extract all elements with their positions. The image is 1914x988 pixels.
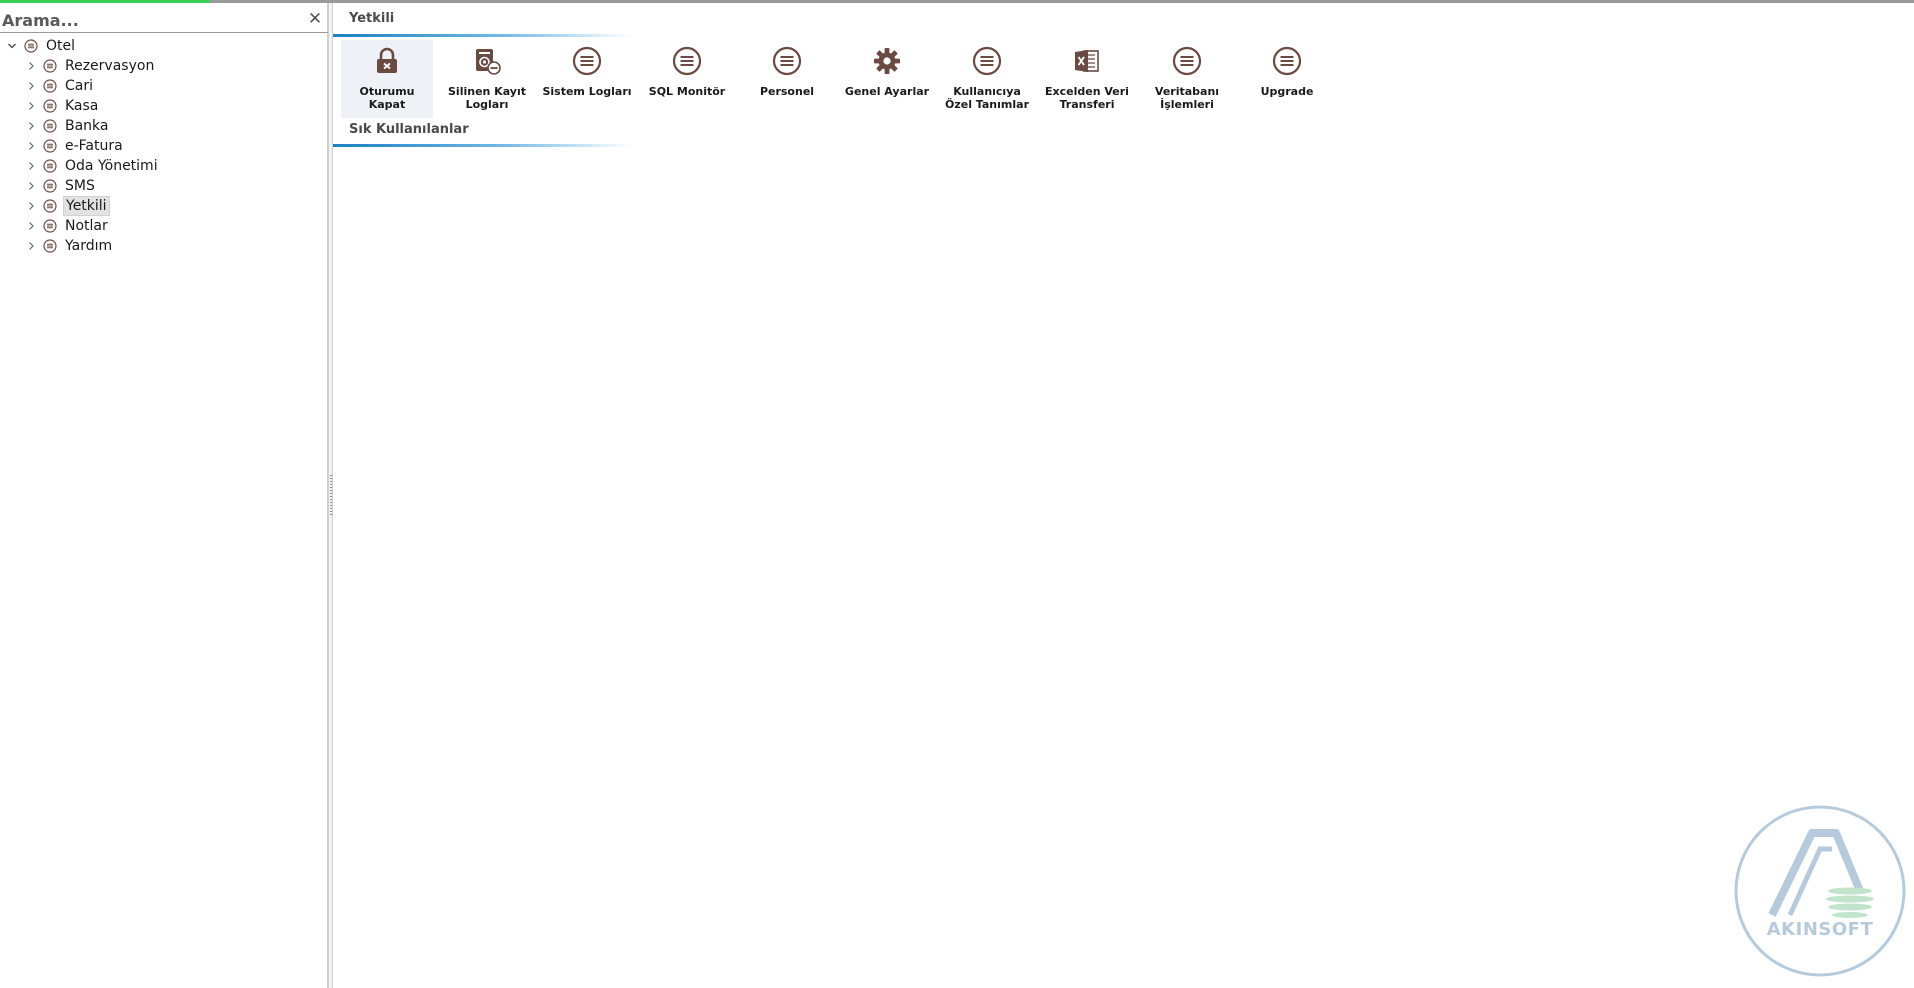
clear-search-icon[interactable]: ✕: [306, 10, 324, 28]
tile-label: Genel Ayarlar: [844, 85, 930, 98]
chevron-right-icon[interactable]: [25, 156, 37, 176]
menu-circle-icon: [972, 46, 1002, 76]
search-box: ✕: [0, 7, 328, 33]
tree-node-e-fatura[interactable]: e-Fatura: [0, 136, 328, 156]
tree-node-label: Otel: [46, 38, 76, 54]
chevron-right-icon[interactable]: [25, 216, 37, 236]
tile-upgrade[interactable]: Upgrade: [1241, 40, 1333, 118]
chevron-right-icon[interactable]: [25, 76, 37, 96]
gear-icon: [872, 46, 902, 76]
tree-node-sms[interactable]: SMS: [0, 176, 328, 196]
group-divider: [333, 144, 633, 147]
tree-node-rezervasyon[interactable]: Rezervasyon: [0, 56, 328, 76]
menu-circle-icon: [43, 219, 57, 233]
menu-circle-icon: [43, 159, 57, 173]
tile-excelden-veri-transferi[interactable]: Excelden Veri Transferi: [1041, 40, 1133, 118]
tree-node-yetkili[interactable]: Yetkili: [0, 196, 328, 216]
search-input[interactable]: [2, 8, 302, 32]
chevron-right-icon[interactable]: [25, 136, 37, 156]
tree-node-notlar[interactable]: Notlar: [0, 216, 328, 236]
tile-label: Silinen Kayıt Logları: [448, 85, 526, 111]
excel-icon: [1072, 46, 1102, 76]
menu-circle-icon: [43, 119, 57, 133]
watermark-text: AKINSOFT: [1766, 919, 1874, 940]
tree-node-label: Banka: [65, 118, 109, 134]
chevron-right-icon[interactable]: [25, 116, 37, 136]
tile-label: SQL Monitör: [648, 85, 726, 98]
tree-node-banka[interactable]: Banka: [0, 116, 328, 136]
tile-silinen-kayıt-logları[interactable]: Silinen Kayıt Logları: [441, 40, 533, 118]
chevron-right-icon[interactable]: [25, 196, 37, 216]
group-title-yetkili: Yetkili: [349, 11, 395, 26]
lock-icon: [372, 46, 402, 76]
tree-node-label: Rezervasyon: [65, 58, 155, 74]
tile-label: Excelden Veri Transferi: [1045, 85, 1129, 111]
tree-node-label: Kasa: [65, 98, 99, 114]
tree-node-label: SMS: [65, 178, 95, 194]
tree-node-otel[interactable]: Otel: [0, 36, 328, 56]
tile-label: Personel: [759, 85, 815, 98]
tile-label: Veritabanı İşlemleri: [1154, 85, 1220, 111]
menu-circle-icon: [1172, 46, 1202, 76]
tree-node-kasa[interactable]: Kasa: [0, 96, 328, 116]
chevron-right-icon[interactable]: [25, 236, 37, 256]
menu-circle-icon: [43, 79, 57, 93]
tile-genel-ayarlar[interactable]: Genel Ayarlar: [841, 40, 933, 118]
tile-label: Oturumu Kapat: [359, 85, 415, 111]
akinsoft-logo: AKINSOFT: [1732, 803, 1908, 979]
tile-kullanıcıya-özel-tanımlar[interactable]: Kullanıcıya Özel Tanımlar: [941, 40, 1033, 118]
content-panel: Yetkili Oturumu Kapat Silinen Kayıt Logla…: [333, 3, 1914, 988]
tree-node-oda-yönetimi[interactable]: Oda Yönetimi: [0, 156, 328, 176]
menu-circle-icon: [43, 239, 57, 253]
tile-sql-monitör[interactable]: SQL Monitör: [641, 40, 733, 118]
deleted-records-icon: [472, 46, 502, 76]
navigation-tree: Otel Rezervasyon Cari Kasa Banka e-Fatura Oda…: [0, 36, 328, 256]
menu-circle-icon: [43, 199, 57, 213]
group-divider: [333, 34, 633, 37]
menu-circle-icon: [24, 39, 38, 53]
tile-oturumu-kapat[interactable]: Oturumu Kapat: [341, 40, 433, 118]
tree-node-label: e-Fatura: [65, 138, 123, 154]
group-title-favorites: Sık Kullanılanlar: [349, 122, 469, 137]
menu-circle-icon: [43, 179, 57, 193]
tile-veritabanı-işlemleri[interactable]: Veritabanı İşlemleri: [1141, 40, 1233, 118]
menu-circle-icon: [672, 46, 702, 76]
tree-node-label: Notlar: [65, 218, 108, 234]
navigation-panel: ✕ Otel RezervasyonCariKasaBankae-FaturaO…: [0, 3, 328, 988]
tree-node-label: Cari: [65, 78, 93, 94]
menu-circle-icon: [572, 46, 602, 76]
menu-circle-icon: [43, 99, 57, 113]
chevron-down-icon[interactable]: [6, 36, 18, 56]
menu-circle-icon: [1272, 46, 1302, 76]
tile-label: Sistem Logları: [542, 85, 632, 98]
tree-node-cari[interactable]: Cari: [0, 76, 328, 96]
chevron-right-icon[interactable]: [25, 56, 37, 76]
tree-node-yardım[interactable]: Yardım: [0, 236, 328, 256]
menu-circle-icon: [43, 59, 57, 73]
tile-label: Kullanıcıya Özel Tanımlar: [944, 85, 1029, 111]
tile-label: Upgrade: [1260, 85, 1314, 98]
tree-node-label: Oda Yönetimi: [65, 158, 158, 174]
chevron-right-icon[interactable]: [25, 96, 37, 116]
chevron-right-icon[interactable]: [25, 176, 37, 196]
tree-node-label: Yetkili: [63, 196, 110, 216]
menu-circle-icon: [43, 139, 57, 153]
tile-personel[interactable]: Personel: [741, 40, 833, 118]
tile-sistem-logları[interactable]: Sistem Logları: [541, 40, 633, 118]
tree-node-label: Yardım: [65, 238, 113, 254]
menu-circle-icon: [772, 46, 802, 76]
